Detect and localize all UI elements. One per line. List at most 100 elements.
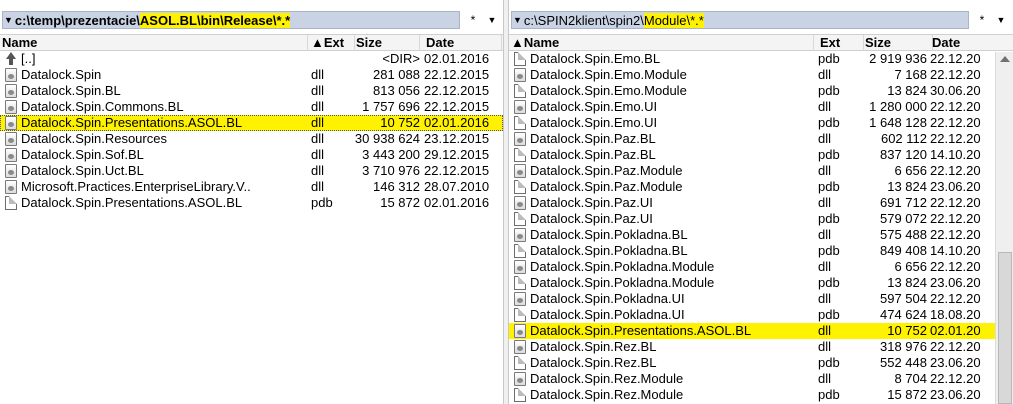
file-name: Datalock.Spin.Resources [21, 131, 167, 146]
file-row[interactable]: Datalock.Spin.Sof.BL dll 3 443 200 29.12.20… [0, 147, 503, 163]
file-size: 146 312 [373, 179, 420, 194]
file-row[interactable]: Datalock.Spin.Rez.Module pdb 15 872 23.06.2… [509, 387, 1013, 403]
file-date: 22.12.20 [930, 115, 981, 130]
file-row[interactable]: Datalock.Spin.Paz.BL dll 602 112 22.12.20 [509, 131, 1013, 147]
file-row[interactable]: Datalock.Spin.Uct.BL dll 3 710 976 22.12.20… [0, 163, 503, 179]
file-name: Datalock.Spin.Commons.BL [21, 99, 184, 114]
right-file-list: Datalock.Spin.Emo.BL pdb 2 919 936 22.12.20… [509, 51, 1013, 403]
file-date: 23.12.2015 [424, 131, 490, 146]
path-dropdown-icon[interactable]: ▼ [513, 15, 522, 25]
right-filter-button[interactable]: * [973, 11, 991, 29]
right-column-header: ▲Name Ext Size Date [509, 34, 1013, 51]
file-name-cell: Datalock.Spin.Pokladna.UI [509, 291, 814, 307]
file-row[interactable]: Datalock.Spin.Paz.UI pdb 579 072 22.12.20 [509, 211, 1013, 227]
file-row[interactable]: Datalock.Spin.Pokladna.UI dll 597 504 22.12… [509, 291, 1013, 307]
file-name: Datalock.Spin.Presentations.ASOL.BL [21, 195, 243, 210]
file-row[interactable]: Datalock.Spin.Pokladna.UI pdb 474 624 18.08… [509, 307, 1013, 323]
path-dropdown-icon[interactable]: ▼ [4, 15, 13, 25]
file-row[interactable]: Datalock.Spin.Paz.UI dll 691 712 22.12.20 [509, 195, 1013, 211]
pdb-file-icon [514, 84, 526, 98]
file-name: Datalock.Spin.Emo.UI [530, 115, 658, 130]
file-name: Datalock.Spin.Emo.UI [530, 99, 658, 114]
file-row[interactable]: Datalock.Spin.Emo.BL pdb 2 919 936 22.12.20 [509, 51, 1013, 67]
file-row[interactable]: Datalock.Spin.Rez.BL pdb 552 448 23.06.20 [509, 355, 1013, 371]
scroll-thumb[interactable] [998, 252, 1012, 404]
right-header-ext[interactable]: Ext [818, 35, 864, 51]
file-name-cell: Datalock.Spin.Paz.UI [509, 211, 814, 227]
file-row[interactable]: Datalock.Spin.Emo.Module pdb 13 824 30.06.2… [509, 83, 1013, 99]
file-row[interactable]: Datalock.Spin.Presentations.ASOL.BL dll 10… [509, 323, 1013, 339]
left-filter-button[interactable]: * [464, 11, 482, 29]
file-ext: dll [311, 67, 325, 82]
file-size: 318 976 [880, 339, 927, 354]
file-row[interactable]: Datalock.Spin.Pokladna.Module dll 6 656 22.… [509, 259, 1013, 275]
file-name: Datalock.Spin.Pokladna.Module [530, 259, 715, 274]
file-name-cell: Datalock.Spin.Rez.BL [509, 355, 814, 371]
file-row[interactable]: Datalock.Spin.Resources dll 30 938 624 23.1… [0, 131, 503, 147]
right-header-size[interactable]: Size [863, 35, 933, 51]
file-row[interactable]: Microsoft.Practices.EnterpriseLibrary.V.… [0, 179, 503, 195]
left-header-ext[interactable]: ▲Ext [309, 35, 355, 51]
scroll-up-icon[interactable] [1000, 56, 1010, 62]
file-date: 22.12.20 [930, 131, 981, 146]
right-history-button[interactable]: ▼ [992, 11, 1010, 29]
file-name-cell: Datalock.Spin.Pokladna.UI [509, 307, 814, 323]
file-name-cell: Datalock.Spin.Pokladna.Module [509, 259, 814, 275]
file-row[interactable]: Datalock.Spin.BL dll 813 056 22.12.2015 [0, 83, 503, 99]
file-row[interactable]: Datalock.Spin.Paz.BL pdb 837 120 14.10.20 [509, 147, 1013, 163]
file-name-cell: Datalock.Spin.Paz.BL [509, 131, 814, 147]
file-size: 2 919 936 [869, 51, 927, 66]
file-date: 22.12.2015 [424, 99, 490, 114]
file-name: [..] [21, 51, 36, 66]
file-size: 849 408 [880, 243, 927, 258]
file-name: Datalock.Spin.Pokladna.UI [530, 291, 685, 306]
dll-file-icon [514, 372, 526, 386]
file-name: Datalock.Spin.Paz.BL [530, 131, 656, 146]
file-row[interactable]: Datalock.Spin.Rez.Module dll 8 704 22.12.20 [509, 371, 1013, 387]
file-row[interactable]: Datalock.Spin.Rez.BL dll 318 976 22.12.20 [509, 339, 1013, 355]
file-row[interactable]: Datalock.Spin.Presentations.ASOL.BL pdb 15… [0, 195, 503, 211]
pdb-file-icon [514, 308, 526, 322]
file-date: 22.12.20 [930, 51, 981, 66]
file-date: 22.12.20 [930, 371, 981, 386]
file-date: 22.12.20 [930, 163, 981, 178]
right-vertical-scrollbar[interactable] [995, 52, 1013, 404]
file-date: 02.01.2016 [424, 51, 490, 66]
file-row[interactable]: Datalock.Spin.Commons.BL dll 1 757 696 22.1… [0, 99, 503, 115]
left-history-button[interactable]: ▼ [483, 11, 501, 29]
dll-file-icon [514, 164, 526, 178]
right-header-name[interactable]: ▲Name [509, 35, 814, 51]
file-row[interactable]: Datalock.Spin dll 281 088 22.12.2015 [0, 67, 503, 83]
file-ext: dll [311, 147, 325, 162]
file-size: 15 872 [887, 387, 927, 402]
file-row[interactable]: Datalock.Spin.Presentations.ASOL.BL dll 10… [0, 115, 503, 131]
file-row[interactable]: Datalock.Spin.Paz.Module dll 6 656 22.12.20 [509, 163, 1013, 179]
dll-file-icon [514, 100, 526, 114]
file-row[interactable]: Datalock.Spin.Pokladna.Module pdb 13 824 23… [509, 275, 1013, 291]
left-path-field[interactable]: ▼ c:\temp\prezentacie\ ASOL.BL\bin\Releas… [2, 11, 460, 29]
file-name-cell: Datalock.Spin.Emo.UI [509, 99, 814, 115]
file-row[interactable]: Datalock.Spin.Pokladna.BL dll 575 488 22.12… [509, 227, 1013, 243]
file-row[interactable]: Datalock.Spin.Pokladna.BL pdb 849 408 14.10… [509, 243, 1013, 259]
file-row[interactable]: Datalock.Spin.Emo.Module dll 7 168 22.12.20 [509, 67, 1013, 83]
file-name-cell: Datalock.Spin.Rez.Module [509, 387, 814, 403]
file-row[interactable]: Datalock.Spin.Paz.Module pdb 13 824 23.06.2… [509, 179, 1013, 195]
left-header-name[interactable]: Name [0, 35, 308, 51]
file-date: 22.12.20 [930, 291, 981, 306]
left-header-size[interactable]: Size [354, 35, 420, 51]
file-name-cell: Datalock.Spin.BL [0, 83, 308, 99]
file-row[interactable]: Datalock.Spin.Emo.UI dll 1 280 000 22.12.20 [509, 99, 1013, 115]
right-path-prefix: c:\SPIN2klient\spin2\ [523, 12, 644, 28]
file-date: 22.12.20 [930, 99, 981, 114]
file-row[interactable]: Datalock.Spin.Emo.UI pdb 1 648 128 22.12.20 [509, 115, 1013, 131]
right-path-field[interactable]: ▼ c:\SPIN2klient\spin2\ Module\*.* [511, 11, 969, 29]
file-ext [311, 51, 357, 67]
file-size: 7 168 [894, 67, 927, 82]
file-ext: pdb [311, 195, 333, 210]
file-row[interactable]: [..] <DIR> 02.01.2016 [0, 51, 503, 67]
left-path-prefix: c:\temp\prezentacie\ [14, 12, 140, 28]
right-header-date[interactable]: Date [930, 35, 1013, 51]
left-header-date[interactable]: Date [424, 35, 502, 51]
pdb-file-icon [514, 356, 526, 370]
file-name-cell: Datalock.Spin.Paz.BL [509, 147, 814, 163]
